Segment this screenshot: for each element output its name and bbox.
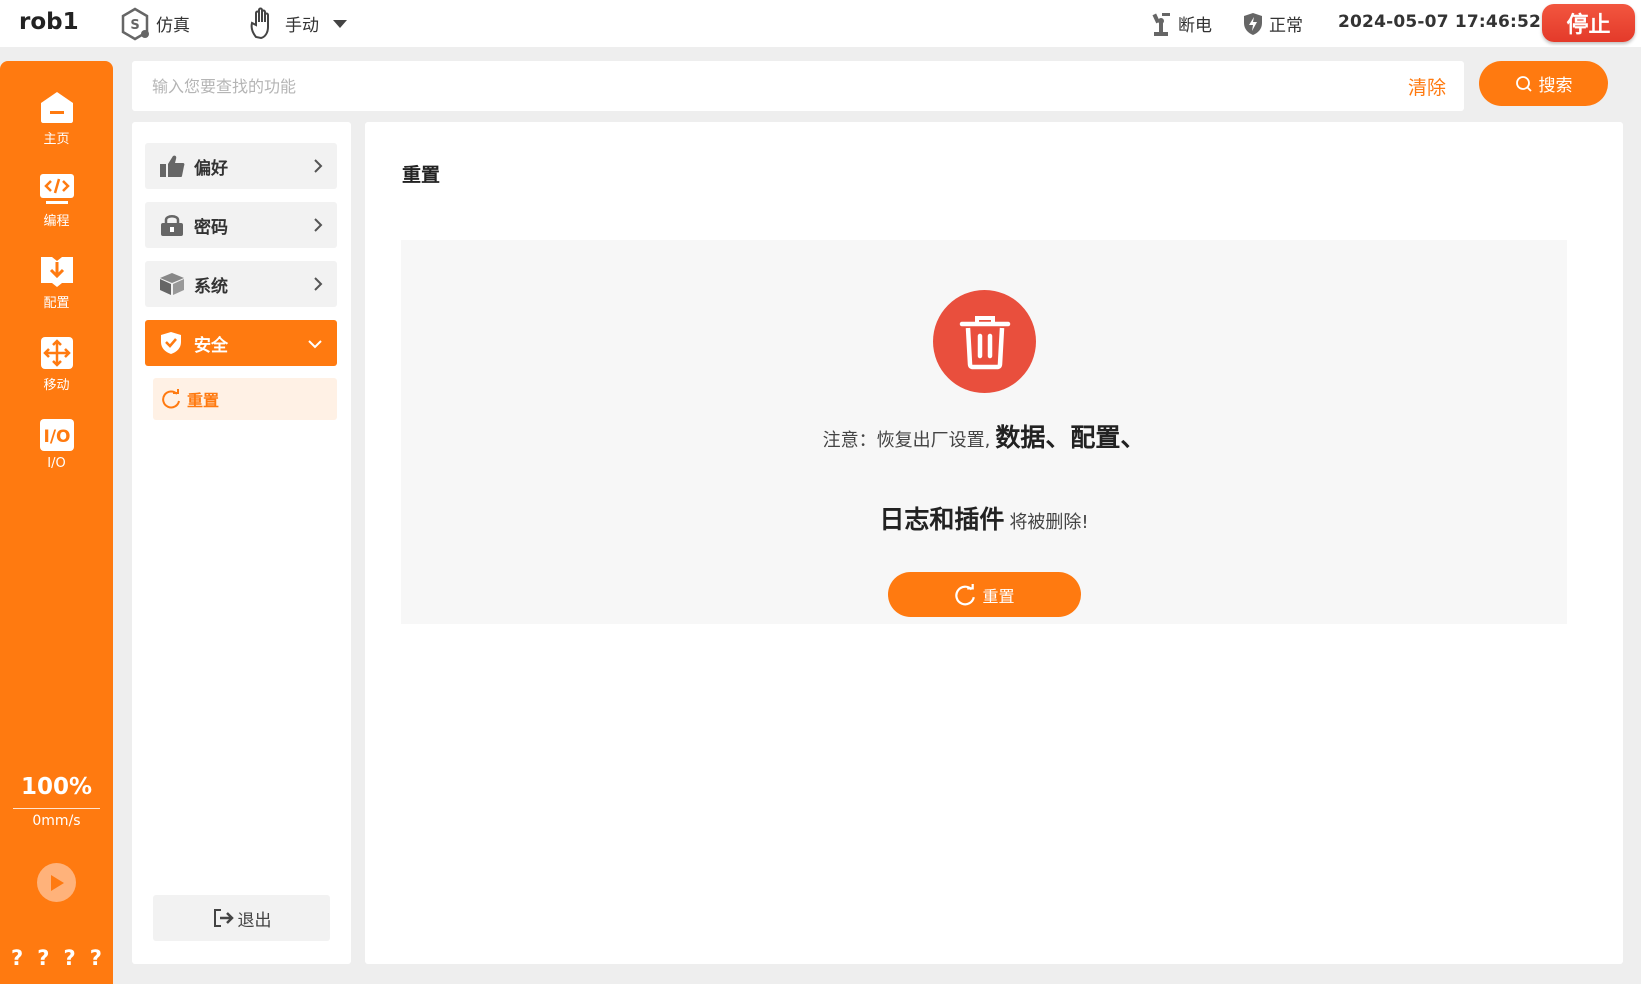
rail-item-io[interactable]: I/O I/O <box>0 417 113 471</box>
warning-suffix: 将被删除! <box>1009 512 1089 533</box>
download-config-icon <box>40 257 73 287</box>
simulation-label: 仿真 <box>156 16 190 36</box>
speed-value: 0mm/s <box>32 813 81 829</box>
speed-percent[interactable]: 100% <box>0 774 113 800</box>
search-icon <box>1515 75 1532 92</box>
logout-icon <box>213 909 234 927</box>
speed-divider <box>13 808 100 809</box>
refresh-icon <box>162 389 180 409</box>
search-button-label: 搜索 <box>1538 76 1573 95</box>
power-status: 断电 <box>1150 0 1212 47</box>
move-arrows-icon <box>40 337 73 369</box>
rail-label: 主页 <box>43 132 70 147</box>
simulation-icon: S <box>121 7 149 40</box>
main-panel: 重置 注意：恢复出厂设置, 数据、配置、 日志和插件 将被删除! 重置 <box>365 122 1623 964</box>
menu-label: 安全 <box>194 335 228 356</box>
safety-status: 正常 <box>1243 0 1303 47</box>
trash-icon <box>959 315 1010 369</box>
shield-check-icon <box>161 332 181 354</box>
trash-badge <box>933 290 1036 393</box>
bottom-mark: ? <box>37 946 50 970</box>
warning-prefix: 注意：恢复出厂设置, <box>822 430 991 451</box>
menu-item-security[interactable]: 安全 <box>145 320 337 366</box>
cube-icon <box>160 273 184 295</box>
rail-label: 移动 <box>43 378 70 393</box>
robot-arm-icon <box>1152 12 1170 36</box>
reset-button-label: 重置 <box>982 588 1015 606</box>
robot-name: rob1 <box>19 9 79 35</box>
settings-menu: 偏好 密码 系统 安全 重置 退出 <box>132 122 351 964</box>
caret-down-icon <box>333 19 347 28</box>
reset-card: 注意：恢复出厂设置, 数据、配置、 日志和插件 将被删除! 重置 <box>401 240 1567 624</box>
refresh-icon <box>955 583 976 605</box>
lock-icon <box>161 215 183 236</box>
chevron-right-icon <box>314 218 323 232</box>
logout-label: 退出 <box>237 910 272 931</box>
rail-item-config[interactable]: 配置 <box>0 253 113 311</box>
top-bar: rob1 S 仿真 手动 断电 正常 2024-05-07 17:46:52 停… <box>0 0 1641 47</box>
rail-bottom-marks: ? ? ? ? <box>0 946 113 970</box>
datetime: 2024-05-07 17:46:52 <box>1338 12 1542 32</box>
chevron-right-icon <box>314 159 323 173</box>
search-input[interactable] <box>152 73 1302 99</box>
thumbs-up-icon <box>160 155 185 177</box>
home-icon <box>40 92 73 123</box>
rail-label: I/O <box>47 456 66 471</box>
warning-bold-1: 数据、配置、 <box>995 423 1146 452</box>
power-label: 断电 <box>1178 16 1212 36</box>
simulation-toggle[interactable]: S 仿真 <box>120 0 190 47</box>
code-icon <box>39 174 74 204</box>
chevron-down-icon <box>308 340 322 349</box>
menu-label: 密码 <box>194 217 228 238</box>
warning-line-2: 日志和插件 将被删除! <box>401 500 1567 536</box>
svg-text:I/O: I/O <box>43 427 70 447</box>
chevron-right-icon <box>314 277 323 291</box>
hand-icon <box>250 7 269 39</box>
bottom-mark: ? <box>89 946 102 970</box>
menu-item-preferences[interactable]: 偏好 <box>145 143 337 189</box>
warning-bold-2: 日志和插件 <box>879 505 1005 534</box>
shield-bolt-icon <box>1244 12 1262 35</box>
safety-label: 正常 <box>1269 16 1303 36</box>
bottom-mark: ? <box>11 946 24 970</box>
menu-item-system[interactable]: 系统 <box>145 261 337 307</box>
submenu-label: 重置 <box>187 391 220 410</box>
submenu-item-reset[interactable]: 重置 <box>153 378 337 420</box>
svg-text:S: S <box>130 18 139 33</box>
left-rail: 主页 编程 配置 移动 I/O I/O 100% 0mm/s ? ? ? ? <box>0 61 113 984</box>
search-bar <box>132 61 1464 111</box>
search-button[interactable]: 搜索 <box>1479 61 1608 106</box>
stop-button[interactable]: 停止 <box>1542 4 1635 42</box>
menu-label: 系统 <box>194 276 228 297</box>
play-icon <box>50 874 64 891</box>
reset-button[interactable]: 重置 <box>888 572 1081 617</box>
io-icon: I/O <box>39 419 74 451</box>
mode-dropdown[interactable]: 手动 <box>247 0 355 47</box>
mode-label: 手动 <box>285 16 319 36</box>
clear-button[interactable]: 清除 <box>1408 73 1446 100</box>
rail-item-home[interactable]: 主页 <box>0 89 113 147</box>
logout-button[interactable]: 退出 <box>153 895 330 941</box>
rail-label: 编程 <box>43 214 70 229</box>
bottom-mark: ? <box>63 946 76 970</box>
menu-item-password[interactable]: 密码 <box>145 202 337 248</box>
rail-item-program[interactable]: 编程 <box>0 171 113 229</box>
rail-label: 配置 <box>43 296 70 311</box>
warning-line-1: 注意：恢复出厂设置, 数据、配置、 <box>401 418 1567 454</box>
play-button[interactable] <box>37 863 76 902</box>
rail-item-move[interactable]: 移动 <box>0 335 113 393</box>
menu-label: 偏好 <box>194 158 228 179</box>
page-title: 重置 <box>402 164 441 186</box>
